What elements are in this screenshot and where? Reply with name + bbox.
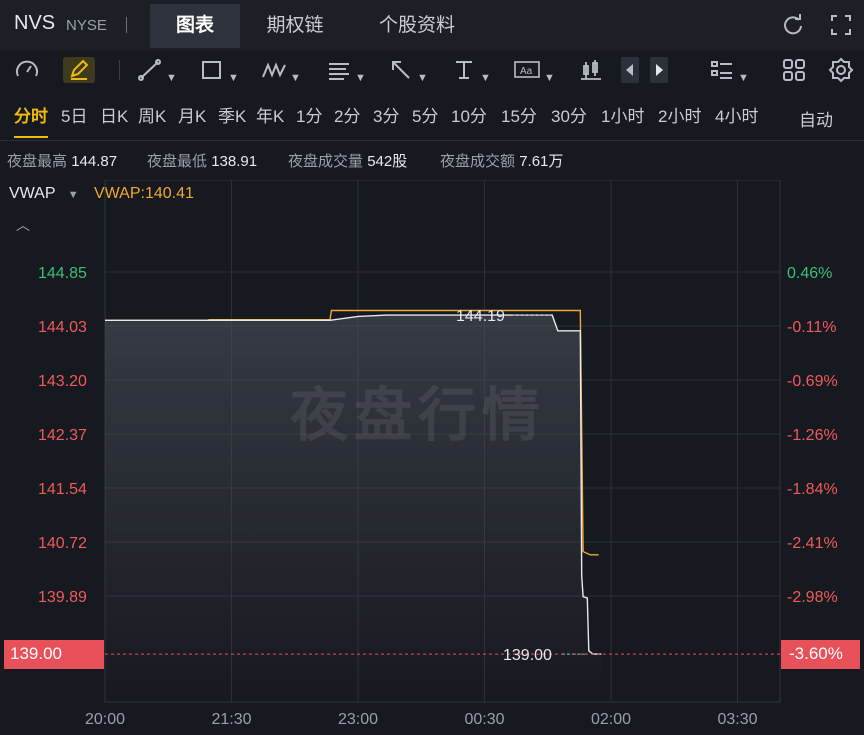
high-marker-label: 144.19: [456, 308, 505, 325]
text-cursor-icon[interactable]: ▼: [451, 57, 491, 84]
y-tick-label-right: 0.46%: [787, 265, 832, 282]
period-2min[interactable]: 2分: [334, 102, 360, 127]
night-high-label: 夜盘最高: [7, 153, 68, 170]
current-price-value: 139.00: [10, 644, 62, 663]
period-10min[interactable]: 10分: [451, 102, 487, 127]
expand-icon[interactable]: [828, 12, 854, 38]
y-tick-label-left: 143.20: [38, 373, 87, 390]
watermark: 夜盘行情: [290, 383, 547, 448]
y-tick-label-right: -0.11%: [787, 319, 837, 336]
svg-text:Aa: Aa: [520, 66, 533, 77]
y-tick-label-left: 140.72: [38, 535, 87, 552]
y-tick-label-left: 139.89: [38, 589, 87, 606]
wave-icon[interactable]: ▼: [261, 57, 301, 84]
refresh-icon[interactable]: [780, 12, 806, 38]
tab-chart[interactable]: 图表: [150, 4, 240, 48]
prev-icon[interactable]: [621, 57, 639, 83]
period-4h[interactable]: 4小时: [715, 102, 758, 127]
next-icon[interactable]: [650, 57, 668, 83]
y-tick-label-left: 144.03: [38, 319, 87, 336]
period-yearly-k[interactable]: 年K: [256, 102, 284, 127]
y-tick-label-left: 141.54: [38, 481, 87, 498]
stock-symbol: NVS: [14, 12, 56, 34]
period-2h[interactable]: 2小时: [658, 102, 701, 127]
y-tick-label-left: 144.85: [38, 265, 87, 282]
period-weekly-k[interactable]: 周K: [138, 102, 166, 127]
exchange-label: NYSE: [66, 17, 107, 34]
night-volume-label: 夜盘成交量: [288, 153, 364, 170]
night-volume-stat: 夜盘成交量 542股: [288, 150, 407, 171]
period-quarterly-k[interactable]: 季K: [218, 102, 246, 127]
current-change-value: -3.60%: [789, 644, 843, 663]
line-icon[interactable]: ▼: [137, 57, 177, 84]
x-tick-label: 21:30: [211, 711, 251, 728]
candle-icon[interactable]: [578, 57, 604, 83]
layout-icon[interactable]: ▼: [709, 57, 749, 84]
price-chart[interactable]: 20:00 21:30 23:00 00:30 02:00 03:30 144.85 0.46…: [0, 180, 864, 735]
y-tick-label-right: -1.26%: [787, 427, 838, 444]
period-5d[interactable]: 5日: [61, 102, 87, 127]
x-tick-label: 02:00: [591, 711, 631, 728]
x-tick-label: 00:30: [464, 711, 504, 728]
y-tick-label-right: -1.84%: [787, 481, 838, 498]
period-1h[interactable]: 1小时: [601, 102, 644, 127]
current-price-tag: 139.00: [4, 640, 104, 669]
text-box-icon[interactable]: Aa ▼: [513, 57, 555, 84]
low-marker-label: 139.00: [503, 647, 552, 664]
y-tick-label-right: -0.69%: [787, 373, 838, 390]
y-tick-label-left: 142.37: [38, 427, 87, 444]
current-change-tag: -3.60%: [781, 640, 860, 669]
x-tick-label: 03:30: [717, 711, 757, 728]
night-low-stat: 夜盘最低 138.91: [147, 150, 257, 171]
rectangle-icon[interactable]: ▼: [199, 57, 239, 84]
settings-icon[interactable]: [828, 57, 854, 83]
night-high-stat: 夜盘最高 144.87: [7, 150, 117, 171]
night-turnover-label: 夜盘成交额: [440, 153, 516, 170]
parallel-lines-icon[interactable]: ▼: [326, 57, 366, 84]
night-turnover-stat: 夜盘成交额 7.61万: [440, 150, 563, 171]
header-divider: [126, 17, 127, 33]
period-monthly-k[interactable]: 月K: [178, 102, 206, 127]
x-tick-label: 20:00: [85, 711, 125, 728]
y-tick-label-right: -2.41%: [787, 535, 838, 552]
period-30min[interactable]: 30分: [551, 102, 587, 127]
period-bar-divider: [0, 140, 864, 141]
period-5min[interactable]: 5分: [412, 102, 438, 127]
period-15min[interactable]: 15分: [501, 102, 537, 127]
grid-icon[interactable]: [781, 57, 807, 83]
toolbar-divider: [119, 60, 120, 80]
period-daily-k[interactable]: 日K: [100, 102, 128, 127]
gauge-icon[interactable]: [14, 57, 40, 83]
period-3min[interactable]: 3分: [373, 102, 399, 127]
tab-options-chain[interactable]: 期权链: [250, 4, 340, 48]
night-high-value: 144.87: [71, 153, 118, 170]
night-turnover-value: 7.61万: [519, 153, 564, 170]
x-tick-label: 23:00: [338, 711, 378, 728]
night-volume-value: 542股: [367, 153, 408, 170]
night-low-label: 夜盘最低: [147, 153, 208, 170]
y-tick-label-right: -2.98%: [787, 589, 838, 606]
pen-icon[interactable]: [63, 57, 95, 83]
arrow-icon[interactable]: ▼: [388, 57, 428, 84]
tab-stock-profile[interactable]: 个股资料: [362, 4, 472, 48]
period-intraday[interactable]: 分时: [14, 102, 48, 138]
auto-scale-button[interactable]: 自动: [799, 106, 833, 131]
night-low-value: 138.91: [211, 153, 258, 170]
period-1min[interactable]: 1分: [296, 102, 322, 127]
